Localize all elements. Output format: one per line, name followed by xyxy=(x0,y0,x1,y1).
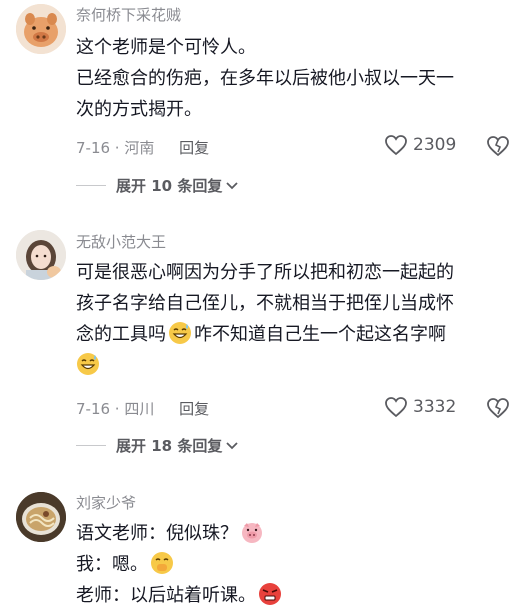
pig-face-emoji-icon xyxy=(242,523,262,543)
username[interactable]: 奈何桥下采花贼 xyxy=(76,4,181,25)
expand-replies-button[interactable]: 展开 10 条回复 xyxy=(76,175,238,196)
username[interactable]: 无敌小范大王 xyxy=(76,231,166,252)
chevron-down-icon xyxy=(226,181,238,189)
like-count: 2309 xyxy=(413,135,457,155)
expand-label: 展开 10 条回复 xyxy=(116,177,223,195)
comment-text: 语文老师：倪似珠？ 我：嗯。 老师：以后站着听课。 xyxy=(76,518,506,611)
expand-replies-button[interactable]: 展开 18 条回复 xyxy=(76,435,238,456)
reply-button[interactable]: 回复 xyxy=(179,400,209,418)
comment-meta: 7-16 · 四川 回复 xyxy=(76,398,209,419)
comment-line: 次的方式揭开。 xyxy=(76,99,202,120)
divider-line xyxy=(76,185,106,186)
date-location: 7-16 · 四川 xyxy=(76,400,155,418)
comment-line-with-emoji: 语文老师：倪似珠？ xyxy=(76,518,506,549)
divider-line xyxy=(76,445,106,446)
chevron-down-icon xyxy=(226,441,238,449)
heart-icon xyxy=(385,397,407,418)
comment-line-with-emoji: 我：嗯。 xyxy=(76,549,506,580)
comment-meta: 7-16 · 河南 回复 xyxy=(76,137,209,158)
broken-heart-icon xyxy=(487,398,509,419)
avatar[interactable] xyxy=(16,492,66,542)
heart-icon xyxy=(385,135,407,156)
expand-label: 展开 18 条回复 xyxy=(116,437,223,455)
date-location: 7-16 · 河南 xyxy=(76,139,155,157)
like-button[interactable]: 2309 xyxy=(384,134,456,156)
comment-line-with-emoji: 念的工具吗 咋不知道自己生一个起这名字啊 xyxy=(76,319,506,350)
grin-sweat-emoji-icon xyxy=(77,353,99,375)
comment-line: 可是很恶心啊因为分手了所以把和初恋一起起的 xyxy=(76,262,454,283)
avatar[interactable] xyxy=(16,230,66,280)
username[interactable]: 刘家少爷 xyxy=(76,492,136,513)
broken-heart-icon xyxy=(487,136,509,157)
reply-button[interactable]: 回复 xyxy=(179,139,209,157)
dislike-button[interactable] xyxy=(486,135,510,161)
comment-line: 已经愈合的伤疤，在多年以后被他小叔以一天一 xyxy=(76,68,454,89)
comment-line: 孩子名字给自己侄儿，不就相当于把侄儿当成怀 xyxy=(76,293,454,314)
pig-avatar-icon xyxy=(16,4,66,54)
grin-sweat-emoji-icon xyxy=(169,322,191,344)
comment-line: 这个老师是个可怜人。 xyxy=(76,37,256,58)
like-count: 3332 xyxy=(413,397,457,417)
comment-line-with-emoji: 老师：以后站着听课。 xyxy=(76,580,506,611)
avatar[interactable] xyxy=(16,4,66,54)
like-button[interactable]: 3332 xyxy=(384,396,456,418)
dislike-button[interactable] xyxy=(486,397,510,423)
girl-avatar-icon xyxy=(16,230,66,280)
comment-text: 这个老师是个可怜人。 已经愈合的伤疤，在多年以后被他小叔以一天一 次的方式揭开。 xyxy=(76,32,506,125)
emoji-line xyxy=(76,350,506,381)
angry-face-emoji-icon xyxy=(259,583,281,605)
comment-text: 可是很恶心啊因为分手了所以把和初恋一起起的 孩子名字给自己侄儿，不就相当于把侄儿… xyxy=(76,257,506,381)
noodle-bowl-avatar-icon xyxy=(16,492,66,542)
hand-over-mouth-emoji-icon xyxy=(151,552,173,574)
